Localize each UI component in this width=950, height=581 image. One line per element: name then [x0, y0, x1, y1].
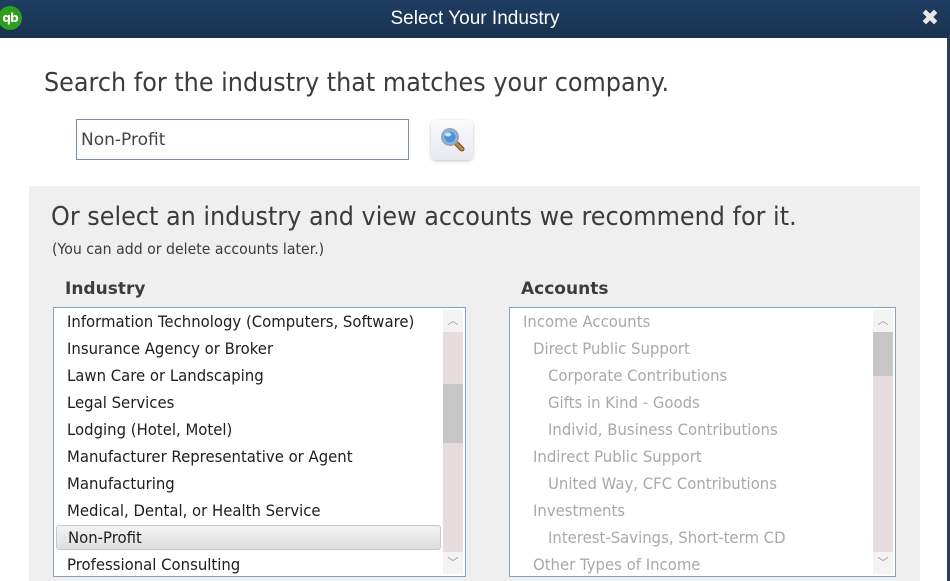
- industry-search-input[interactable]: [76, 119, 409, 160]
- industry-item[interactable]: Information Technology (Computers, Softw…: [54, 308, 443, 335]
- account-item: Investments: [510, 497, 873, 524]
- close-button[interactable]: ✖: [915, 4, 945, 34]
- industry-item[interactable]: Professional Consulting: [54, 551, 443, 576]
- industry-item-label: Lawn Care or Landscaping: [67, 366, 264, 385]
- industry-item-label: Manufacturing: [67, 474, 175, 493]
- browse-panel: Or select an industry and view accounts …: [29, 186, 920, 581]
- industry-item[interactable]: Insurance Agency or Broker: [54, 335, 443, 362]
- account-item-label: Other Types of Income: [533, 555, 701, 574]
- account-item: Other Types of Income: [510, 551, 873, 576]
- industry-item-selected[interactable]: Non-Profit: [56, 525, 441, 550]
- account-item-label: Gifts in Kind - Goods: [548, 393, 700, 412]
- industry-item-label: Insurance Agency or Broker: [67, 339, 274, 358]
- account-item-label: Income Accounts: [523, 312, 651, 331]
- browse-heading: Or select an industry and view accounts …: [51, 202, 797, 232]
- accounts-scroll-track[interactable]: [873, 332, 893, 552]
- account-item-label: Investments: [533, 501, 626, 520]
- account-item: Indirect Public Support: [510, 443, 873, 470]
- search-button[interactable]: [431, 120, 473, 160]
- account-item-label: Indirect Public Support: [533, 447, 702, 466]
- account-item-label: Individ, Business Contributions: [548, 420, 778, 439]
- scroll-down-arrow-icon[interactable]: ﹀: [443, 552, 463, 574]
- industry-column-label: Industry: [65, 279, 146, 299]
- industry-item-label: Professional Consulting: [67, 555, 241, 574]
- industry-item-label: Medical, Dental, or Health Service: [67, 501, 321, 520]
- scroll-up-arrow-icon[interactable]: ︿: [443, 310, 463, 332]
- browse-subheading: (You can add or delete accounts later.): [52, 240, 325, 258]
- account-item: Income Accounts: [510, 308, 873, 335]
- account-item: United Way, CFC Contributions: [510, 470, 873, 497]
- accounts-listbox[interactable]: Income Accounts Direct Public Support Corp…: [509, 307, 896, 577]
- industry-item[interactable]: Lawn Care or Landscaping: [54, 362, 443, 389]
- search-heading: Search for the industry that matches you…: [44, 68, 670, 98]
- industry-scroll-thumb[interactable]: [443, 384, 463, 443]
- account-item: Individ, Business Contributions: [510, 416, 873, 443]
- industry-scrollbar[interactable]: ︿ ﹀: [443, 310, 463, 574]
- industry-item[interactable]: Medical, Dental, or Health Service: [54, 497, 443, 524]
- industry-listbox[interactable]: Information Technology (Computers, Softw…: [53, 307, 466, 577]
- industry-scroll-track[interactable]: [443, 332, 463, 552]
- industry-item-label: Legal Services: [67, 393, 175, 412]
- industry-item-label: Manufacturer Representative or Agent: [67, 447, 353, 466]
- industry-item-label: Non-Profit: [68, 528, 142, 547]
- scroll-up-arrow-icon[interactable]: ︿: [873, 310, 893, 332]
- industry-item[interactable]: Manufacturing: [54, 470, 443, 497]
- account-item-label: Corporate Contributions: [548, 366, 728, 385]
- account-item: Corporate Contributions: [510, 362, 873, 389]
- window-title: Select Your Industry: [390, 8, 560, 29]
- accounts-column-label: Accounts: [521, 279, 609, 299]
- account-item: Interest-Savings, Short-term CD: [510, 524, 873, 551]
- industry-item[interactable]: Manufacturer Representative or Agent: [54, 443, 443, 470]
- magnifier-icon: [441, 128, 465, 152]
- industry-list: Information Technology (Computers, Softw…: [54, 308, 443, 576]
- account-item-label: United Way, CFC Contributions: [548, 474, 777, 493]
- account-item-label: Direct Public Support: [533, 339, 690, 358]
- accounts-scroll-thumb[interactable]: [873, 332, 893, 376]
- scroll-down-arrow-icon[interactable]: ﹀: [873, 552, 893, 574]
- industry-item[interactable]: Legal Services: [54, 389, 443, 416]
- account-item: Direct Public Support: [510, 335, 873, 362]
- industry-item-label: Information Technology (Computers, Softw…: [67, 312, 415, 331]
- account-item: Gifts in Kind - Goods: [510, 389, 873, 416]
- accounts-list: Income Accounts Direct Public Support Corp…: [510, 308, 873, 576]
- industry-item[interactable]: Lodging (Hotel, Motel): [54, 416, 443, 443]
- industry-item-label: Lodging (Hotel, Motel): [67, 420, 233, 439]
- title-bar: qb Select Your Industry ✖: [0, 0, 950, 38]
- account-item-label: Interest-Savings, Short-term CD: [548, 528, 786, 547]
- accounts-scrollbar[interactable]: ︿ ﹀: [873, 310, 893, 574]
